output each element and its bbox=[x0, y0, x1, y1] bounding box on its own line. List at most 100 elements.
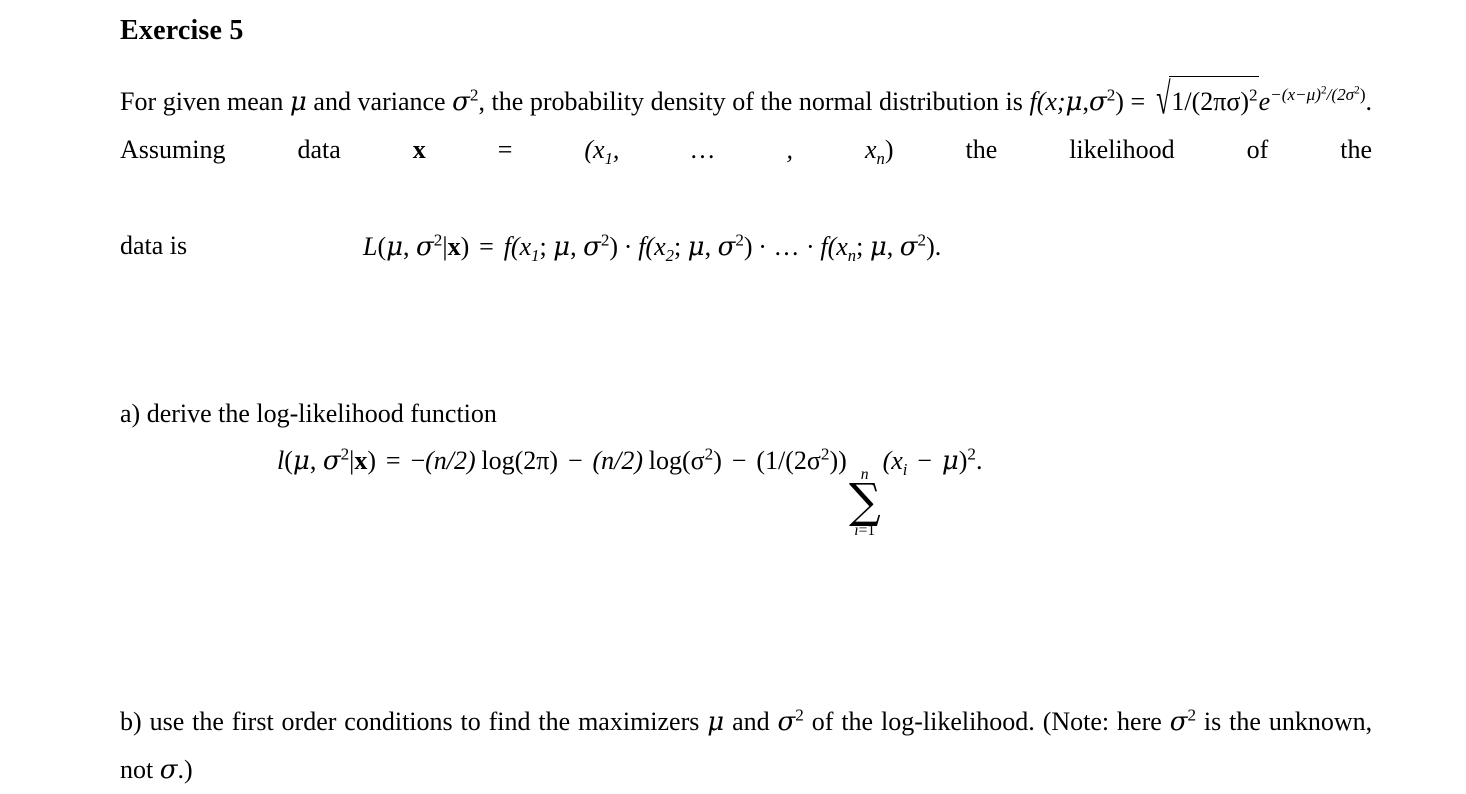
density-mu: μ bbox=[1065, 86, 1083, 117]
lik-f2-semi: ; bbox=[673, 232, 688, 261]
ll-x: x bbox=[354, 446, 368, 475]
lik-f1-close: ) bbox=[609, 232, 619, 261]
sum-body-sub: i bbox=[902, 460, 908, 480]
density-equals: = bbox=[1130, 86, 1146, 116]
density-f: f bbox=[1029, 86, 1037, 116]
part-b-text-6: .) bbox=[177, 754, 193, 784]
lik-fn: f bbox=[820, 232, 828, 261]
ll-term2-frac: (n/2) bbox=[592, 446, 644, 475]
sqrt-expression: √1/(2πσ)2 bbox=[1152, 75, 1259, 126]
radical-icon: √ bbox=[1155, 75, 1171, 125]
lik-mu: μ bbox=[386, 232, 404, 262]
ll-term2-log-close: ) bbox=[713, 446, 722, 475]
lik-equals: = bbox=[479, 232, 494, 261]
density-period: . bbox=[1365, 86, 1373, 116]
vector-dots: , … , x bbox=[612, 134, 877, 164]
lik-f2-sigma: σ bbox=[717, 232, 736, 262]
document-page: Exercise 5 For given mean μ and variance… bbox=[0, 0, 1466, 785]
spacer-before-part-b bbox=[120, 586, 1372, 698]
vector-open: (x bbox=[584, 134, 605, 164]
ll-term1-log: log(2π) bbox=[481, 446, 559, 475]
lik-fn-open: (x bbox=[827, 232, 848, 261]
lik-f1-mu: μ bbox=[553, 232, 571, 262]
sigma-sum-icon: ∑ bbox=[848, 473, 881, 529]
lik-f1-open: (x bbox=[510, 232, 532, 261]
density-sigma: σ bbox=[1088, 86, 1107, 117]
part-a-label: a) bbox=[120, 398, 141, 428]
lik-fn-sub: n bbox=[847, 246, 857, 266]
part-b-sigma-exp: 2 bbox=[795, 704, 804, 724]
page-title: Exercise 5 bbox=[120, 15, 244, 46]
lik-fn-comma: , bbox=[886, 232, 900, 261]
symbol-mu: μ bbox=[289, 86, 307, 117]
part-a-paragraph: a) derive the log-likelihood function bbox=[120, 390, 1372, 438]
ll-equals: = bbox=[385, 446, 401, 475]
intro-text-2: and variance bbox=[313, 86, 446, 116]
lik-f2-open: (x bbox=[645, 232, 666, 261]
ll-period: . bbox=[975, 446, 983, 475]
ll-minus-1: − bbox=[567, 446, 583, 475]
exponent-prefix: −(x−μ) bbox=[1270, 84, 1321, 104]
ll-close: ) bbox=[367, 446, 377, 475]
sum-body-exponent: 2 bbox=[967, 444, 976, 464]
lik-f1: f bbox=[503, 232, 511, 261]
lik-f2-close: ) bbox=[743, 232, 753, 261]
part-b-sigma: σ bbox=[777, 706, 796, 737]
spacer-before-likelihood bbox=[120, 270, 1372, 390]
lik-f2-sub: 2 bbox=[665, 246, 674, 266]
part-b-mu: μ bbox=[707, 706, 725, 737]
ll-minus-2: − bbox=[731, 446, 747, 475]
ll-term2-log-exp: 2 bbox=[704, 444, 714, 464]
ll-term1-sign: − bbox=[410, 446, 426, 475]
ll-term1-frac: (n/2) bbox=[425, 446, 476, 475]
part-b-sigma-2: σ bbox=[1169, 706, 1188, 737]
part-b-sigma-3: σ bbox=[159, 754, 178, 785]
ll-comma: , bbox=[309, 446, 323, 475]
density-args-close: ) bbox=[1115, 86, 1124, 116]
sum-body-minus: − bbox=[917, 446, 932, 475]
part-b-text-2: and bbox=[732, 706, 770, 736]
lik-fn-close: ) bbox=[926, 232, 935, 261]
density-exponent: −(x−μ)2/(2σ2) bbox=[1270, 85, 1365, 104]
lik-f1-semi: ; bbox=[539, 232, 554, 261]
lik-L: L bbox=[363, 232, 378, 261]
intro-text-4: Assuming data bbox=[120, 134, 341, 164]
ll-term3-coef-close: )) bbox=[829, 446, 847, 475]
vector-equals: = bbox=[497, 134, 513, 164]
lik-f2-sigma-exp: 2 bbox=[735, 230, 744, 250]
equation-log-likelihood: l(μ, σ2|x) = −(n/2) log(2π) − (n/2) log(σ2) − (1… bbox=[277, 444, 983, 538]
document-content: Exercise 5 For given mean μ and variance… bbox=[120, 14, 1372, 794]
lik-sigma: σ bbox=[416, 232, 434, 262]
part-b-sigma-2-exp: 2 bbox=[1187, 704, 1197, 724]
part-b-paragraph: b) use the first order conditions to fin… bbox=[120, 698, 1372, 794]
intro-paragraph: For given mean μ and variance σ2, the pr… bbox=[120, 75, 1373, 222]
sum-body-open: (x bbox=[882, 446, 903, 475]
part-b-text-4: here bbox=[1117, 706, 1162, 736]
part-b-label: b) bbox=[120, 706, 142, 736]
density-args-open: (x; bbox=[1036, 86, 1066, 116]
lik-period: . bbox=[934, 232, 942, 261]
lik-x: x bbox=[447, 232, 461, 261]
symbol-sigma: σ bbox=[452, 86, 470, 117]
ll-sigma-exp: 2 bbox=[340, 444, 350, 464]
radicand-text: 1/(2πσ) bbox=[1171, 86, 1250, 116]
intro-text-1: For given mean bbox=[120, 86, 284, 116]
ll-mu: μ bbox=[292, 446, 310, 476]
lik-f1-sigma: σ bbox=[583, 232, 601, 262]
radicand: 1/(2πσ)2 bbox=[1169, 75, 1259, 126]
lik-f1-comma: , bbox=[570, 232, 584, 261]
intro-text-3: , the probability density of the normal … bbox=[478, 86, 1023, 116]
lik-fn-sigma-exp: 2 bbox=[917, 230, 927, 250]
ll-sigma: σ bbox=[322, 446, 341, 476]
part-b-text-1: use the first order conditions to find t… bbox=[149, 706, 700, 736]
lik-dot-1: · bbox=[623, 232, 633, 261]
radicand-exponent: 2 bbox=[1249, 84, 1258, 104]
intro-text-5: the likelihood of the bbox=[965, 134, 1373, 164]
sum-body-mu: μ bbox=[941, 446, 959, 476]
exponent-divisor: /(2σ bbox=[1326, 84, 1355, 104]
lik-fn-mu: μ bbox=[869, 232, 887, 262]
density-sigma-exponent: 2 bbox=[1106, 84, 1116, 104]
ll-term3-coef-open: (1/(2σ bbox=[756, 446, 821, 475]
vector-close: ) bbox=[884, 134, 894, 164]
lik-open: ( bbox=[377, 232, 387, 261]
